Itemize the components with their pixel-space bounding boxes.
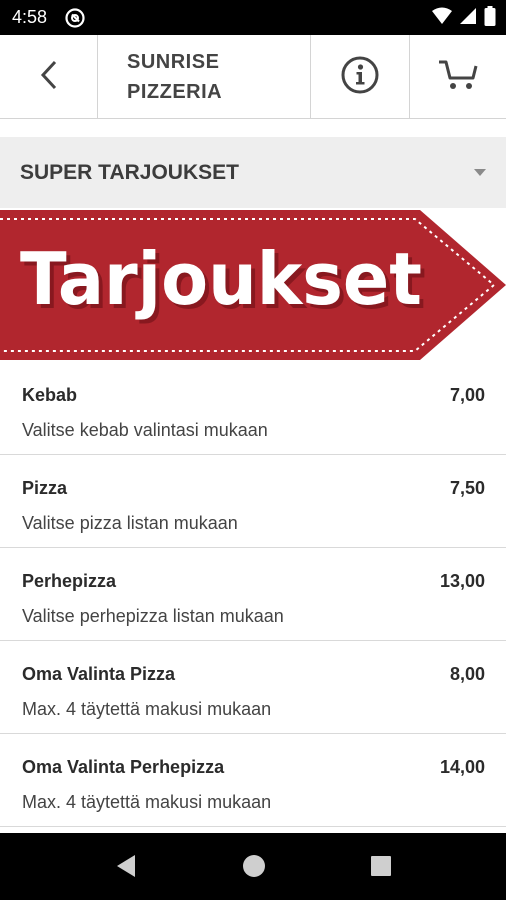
category-title: SUPER TARJOUKSET: [20, 160, 239, 184]
item-description: Max. 4 täytettä makusi mukaan: [22, 699, 272, 719]
item-description: Max. 4 täytettä makusi mukaan: [22, 792, 272, 812]
home-circle-icon[interactable]: [241, 853, 267, 879]
offers-banner: Tarjoukset Tarjoukset: [0, 208, 506, 362]
category-dropdown[interactable]: SUPER TARJOUKSET: [0, 137, 506, 208]
info-icon: [340, 55, 380, 100]
status-bar: 4:58: [0, 0, 506, 35]
menu-item-oma-valinta-perhepizza[interactable]: Oma Valinta Perhepizza 14,00 Max. 4 täyt…: [0, 734, 506, 827]
menu-item-kebab[interactable]: Kebab 7,00 Valitse kebab valintasi mukaa…: [0, 362, 506, 455]
item-name: Perhepizza: [22, 571, 117, 591]
back-triangle-icon[interactable]: [113, 853, 139, 879]
restaurant-title: SUNRISE PIZZERIA: [127, 51, 223, 103]
status-icons: [432, 5, 496, 31]
item-price: 8,00: [449, 664, 485, 684]
item-description: Valitse kebab valintasi mukaan: [22, 420, 268, 440]
menu-list: Kebab 7,00 Valitse kebab valintasi mukaa…: [0, 362, 506, 827]
menu-item-perhepizza[interactable]: Perhepizza 13,00 Valitse perhepizza list…: [0, 548, 506, 641]
info-button[interactable]: [311, 35, 410, 119]
do-not-disturb-icon: [64, 7, 86, 29]
item-price: 7,50: [449, 478, 485, 498]
restaurant-title-cell: SUNRISE PIZZERIA: [98, 35, 311, 119]
signal-icon: [459, 7, 477, 30]
back-button[interactable]: [0, 35, 98, 119]
spacer: [0, 119, 506, 137]
item-price: 13,00: [439, 571, 485, 591]
item-price: 14,00: [439, 757, 485, 777]
banner-text: Tarjoukset: [20, 237, 422, 321]
menu-item-pizza[interactable]: Pizza 7,50 Valitse pizza listan mukaan: [0, 455, 506, 548]
recents-square-icon[interactable]: [368, 853, 394, 879]
item-name: Oma Valinta Perhepizza: [22, 757, 225, 777]
top-app-bar: SUNRISE PIZZERIA: [0, 35, 506, 119]
item-name: Kebab: [22, 385, 78, 405]
battery-icon: [484, 5, 496, 31]
cart-icon: [438, 58, 478, 97]
item-description: Valitse perhepizza listan mukaan: [22, 606, 284, 626]
item-name: Oma Valinta Pizza: [22, 664, 176, 684]
wifi-icon: [432, 7, 452, 30]
dropdown-caret-icon: [474, 169, 486, 176]
item-name: Pizza: [22, 478, 68, 498]
menu-item-oma-valinta-pizza[interactable]: Oma Valinta Pizza 8,00 Max. 4 täytettä m…: [0, 641, 506, 734]
back-arrow-icon: [38, 59, 60, 96]
item-price: 7,00: [449, 385, 485, 405]
item-description: Valitse pizza listan mukaan: [22, 513, 238, 533]
cart-button[interactable]: [410, 35, 506, 119]
system-navigation-bar: [0, 833, 506, 900]
status-time: 4:58: [12, 7, 48, 27]
